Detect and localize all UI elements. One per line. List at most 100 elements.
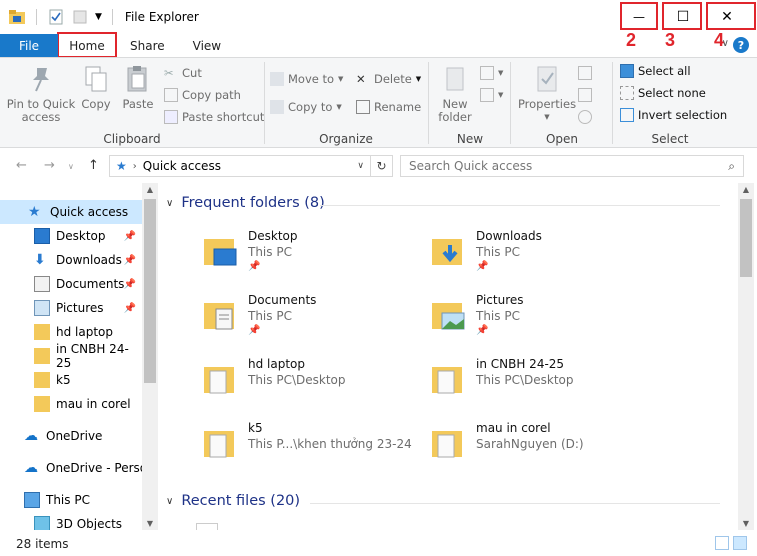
copy-to-button[interactable]: Copy to ▼ <box>270 100 342 114</box>
folder-name: Downloads <box>476 229 542 243</box>
folder-with-files-icon <box>204 431 234 458</box>
nav-item-desktop[interactable]: Desktop 📌 <box>0 224 142 248</box>
pin-to-quick-access-button[interactable]: Pin to Quick access <box>6 64 76 124</box>
new-folder-small-icon[interactable] <box>71 8 89 26</box>
folder-tile-mau-in-corel[interactable]: mau in corel SarahNguyen (D:) <box>430 419 650 475</box>
ribbon-separator <box>612 62 613 144</box>
help-icon[interactable]: ? <box>733 37 749 53</box>
nav-item-label: OneDrive - Person <box>46 461 155 475</box>
nav-item-in-cnbh[interactable]: in CNBH 24-25 <box>0 342 142 370</box>
select-none-button[interactable]: Select none <box>620 86 706 100</box>
delete-dropdown-icon: ▼ <box>415 75 422 83</box>
scroll-down-icon[interactable]: ▼ <box>738 519 754 528</box>
nav-item-quick-access[interactable]: ★ Quick access <box>0 200 142 224</box>
paste-button[interactable]: Paste <box>120 64 156 111</box>
paste-shortcut-label: Paste shortcut <box>182 110 265 124</box>
pin-label-line2: access <box>21 110 61 124</box>
folder-tile-downloads[interactable]: Downloads This PC 📌 <box>430 227 650 283</box>
nav-item-hd-laptop[interactable]: hd laptop <box>0 320 142 344</box>
address-dropdown-icon[interactable]: ∨ <box>357 161 364 171</box>
refresh-icon: ↻ <box>376 159 387 173</box>
folder-icon <box>34 324 50 340</box>
scroll-up-icon[interactable]: ▲ <box>142 185 158 194</box>
nav-scrollbar-thumb[interactable] <box>144 199 156 383</box>
details-view-icon[interactable] <box>715 536 729 550</box>
rename-button[interactable]: Rename <box>356 100 421 114</box>
paste-shortcut-button[interactable]: Paste shortcut <box>164 110 264 124</box>
ribbon-tabs: File Home Share View <box>0 34 757 58</box>
folder-icon <box>34 396 50 412</box>
up-arrow-icon[interactable]: ↑ <box>88 158 99 173</box>
nav-item-label: in CNBH 24-25 <box>56 342 129 370</box>
forward-arrow-icon[interactable]: → <box>44 158 55 173</box>
copy-button[interactable]: Copy <box>78 64 114 111</box>
pin-icon: 📌 <box>476 261 489 272</box>
invert-selection-label: Invert selection <box>638 108 728 122</box>
content-scrollbar[interactable]: ▲ ▼ <box>738 183 754 530</box>
cut-label: Cut <box>182 66 202 80</box>
easy-access-button[interactable]: ▼ <box>480 88 503 102</box>
folder-tile-in-cnbh[interactable]: in CNBH 24-25 This PC\Desktop <box>430 355 650 411</box>
nav-item-this-pc[interactable]: This PC <box>0 488 142 512</box>
delete-button[interactable]: ✕ Delete ▼ <box>356 72 421 86</box>
edit-button[interactable] <box>578 88 592 102</box>
documents-folder-icon <box>204 303 234 330</box>
properties-dropdown-icon: ▼ <box>544 113 550 121</box>
tab-home[interactable]: Home <box>58 34 116 57</box>
file-explorer-icon[interactable] <box>8 8 26 26</box>
cut-button[interactable]: ✂ Cut <box>164 66 202 80</box>
back-arrow-icon[interactable]: ← <box>16 158 27 173</box>
folder-tile-desktop[interactable]: Desktop This PC 📌 <box>202 227 422 283</box>
nav-item-downloads[interactable]: ⬇ Downloads 📌 <box>0 248 142 272</box>
desktop-folder-icon <box>204 239 237 266</box>
folder-tile-documents[interactable]: Documents This PC 📌 <box>202 291 422 347</box>
select-all-button[interactable]: Select all <box>620 64 691 78</box>
new-item-button[interactable]: ▼ <box>480 66 503 80</box>
frequent-folders-header[interactable]: ∨ Frequent folders (8) <box>166 195 325 211</box>
nav-item-mau-in-corel[interactable]: mau in corel <box>0 392 142 416</box>
tab-share[interactable]: Share <box>116 34 179 57</box>
recent-locations-chevron-icon[interactable]: ∨ <box>68 162 74 171</box>
nav-item-3d-objects[interactable]: 3D Objects <box>0 512 142 530</box>
scroll-down-icon[interactable]: ▼ <box>142 519 158 528</box>
nav-item-documents[interactable]: Documents 📌 <box>0 272 142 296</box>
nav-item-label: mau in corel <box>56 397 131 411</box>
history-button[interactable] <box>578 110 592 124</box>
nav-item-onedrive-personal[interactable]: ☁ OneDrive - Person <box>0 456 155 480</box>
refresh-button[interactable]: ↻ <box>371 155 393 177</box>
nav-item-onedrive[interactable]: ☁ OneDrive <box>0 424 142 448</box>
recent-files-header[interactable]: ∨ Recent files (20) <box>166 493 300 509</box>
customize-toolbar-chevron-icon[interactable]: ▼ <box>95 12 102 22</box>
tab-file[interactable]: File <box>0 34 58 57</box>
properties-button[interactable]: Properties ▼ <box>516 64 578 124</box>
nav-item-label: Downloads <box>56 253 122 267</box>
download-arrow-icon: ⬇ <box>34 252 46 268</box>
nav-item-pictures[interactable]: Pictures 📌 <box>0 296 142 320</box>
folder-tile-pictures[interactable]: Pictures This PC 📌 <box>430 291 650 347</box>
copy-path-button[interactable]: Copy path <box>164 88 241 102</box>
move-to-button[interactable]: Move to ▼ <box>270 72 343 86</box>
new-item-icon <box>480 66 494 80</box>
properties-icon <box>537 66 557 92</box>
search-input[interactable]: Search Quick access ⌕ <box>400 155 744 177</box>
nav-scrollbar[interactable]: ▲ ▼ <box>142 183 158 530</box>
scroll-up-icon[interactable]: ▲ <box>738 185 754 194</box>
collapse-chevron-icon: ∨ <box>166 495 174 507</box>
recent-file-thumbnail[interactable] <box>196 523 218 530</box>
tab-view[interactable]: View <box>179 34 235 57</box>
ribbon-collapse-chevron-icon[interactable]: ∨ <box>722 38 729 49</box>
open-button[interactable] <box>578 66 592 80</box>
invert-selection-button[interactable]: Invert selection <box>620 108 727 122</box>
large-icons-view-icon[interactable] <box>733 536 747 550</box>
search-placeholder: Search Quick access <box>409 159 533 173</box>
content-scrollbar-thumb[interactable] <box>740 199 752 277</box>
new-folder-button[interactable]: New folder <box>434 64 476 124</box>
nav-item-k5[interactable]: k5 <box>0 368 142 392</box>
address-bar[interactable]: ★ › Quick access ∨ <box>109 155 371 177</box>
ribbon-separator <box>428 62 429 144</box>
properties-check-icon[interactable] <box>47 8 65 26</box>
folder-tile-k5[interactable]: k5 This P...\khen thưởng 23-24 <box>202 419 422 475</box>
delete-x-icon: ✕ <box>356 72 366 86</box>
delete-label: Delete <box>374 72 412 86</box>
folder-tile-hd-laptop[interactable]: hd laptop This PC\Desktop <box>202 355 422 411</box>
